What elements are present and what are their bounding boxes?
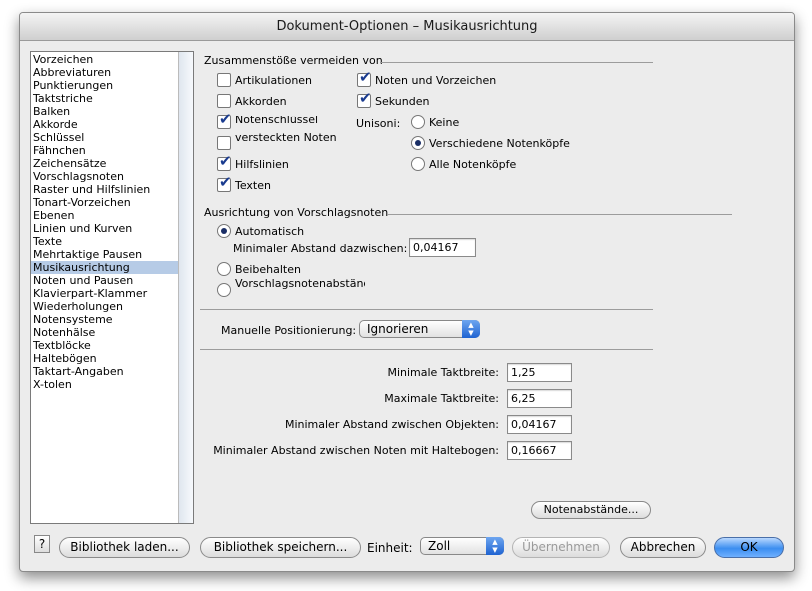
checkmark-icon: ✔: [219, 152, 232, 170]
sidebar-item[interactable]: Schlüssel: [31, 131, 178, 144]
sidebar-item[interactable]: Linien und Kurven: [31, 222, 178, 235]
measurement-field[interactable]: 1,25: [507, 363, 572, 382]
checkbox-label: Artikulationen: [235, 74, 313, 87]
unit-value: Zoll: [428, 539, 451, 553]
manual-position-label: Manuelle Positionierung:: [221, 324, 357, 337]
grace-restore-radio[interactable]: [217, 283, 231, 297]
unisoni-radio[interactable]: [411, 157, 425, 171]
sidebar-item[interactable]: Haltebögen: [31, 352, 178, 365]
help-icon[interactable]: ?: [34, 535, 50, 553]
unisoni-label: Verschiedene Notenköpfe: [429, 137, 570, 150]
checkbox[interactable]: [217, 136, 231, 150]
measurement-field[interactable]: 0,04167: [507, 415, 572, 434]
checkbox-label: Sekunden: [375, 95, 430, 108]
checkbox-label: versteckten Noten: [235, 133, 337, 143]
sidebar-item[interactable]: Ebenen: [31, 209, 178, 222]
sidebar-item[interactable]: Tonart-Vorzeichen: [31, 196, 178, 209]
grace-keep-radio[interactable]: [217, 262, 231, 276]
grace-min-dist-field[interactable]: 0,04167: [409, 238, 476, 257]
unit-select[interactable]: Zoll ▲ ▼: [420, 537, 504, 555]
sidebar-item[interactable]: Vorzeichen: [31, 53, 178, 66]
grace-auto-radio[interactable]: [217, 224, 231, 238]
sidebar-item[interactable]: Noten und Pausen: [31, 274, 178, 287]
checkbox-label: Texten: [235, 179, 271, 192]
sidebar-item[interactable]: Balken: [31, 105, 178, 118]
checkbox[interactable]: [217, 73, 231, 87]
sidebar-item[interactable]: Akkorde: [31, 118, 178, 131]
sidebar-item[interactable]: Raster und Hilfslinien: [31, 183, 178, 196]
collisions-divider: [380, 62, 653, 63]
checkbox[interactable]: ✔: [217, 152, 232, 171]
sidebar-item[interactable]: Texte: [31, 235, 178, 248]
sidebar-item[interactable]: Punktierungen: [31, 79, 178, 92]
manual-position-value: Ignorieren: [367, 322, 429, 336]
checkbox-label: Notenschlüssel: [235, 116, 319, 125]
sidebar-item[interactable]: X-tolen: [31, 378, 178, 391]
unisoni-radio[interactable]: [411, 136, 425, 150]
sidebar-item[interactable]: Vorschlagsnoten: [31, 170, 178, 183]
checkbox[interactable]: [217, 94, 231, 108]
category-list-scrollbar[interactable]: [178, 52, 193, 523]
checkbox-label: Akkorden: [235, 95, 287, 108]
measurement-label: Minimaler Abstand zwischen Noten mit Hal…: [213, 444, 499, 457]
measurement-label: Minimaler Abstand zwischen Objekten:: [284, 418, 499, 431]
window-title: Dokument-Optionen – Musikausrichtung: [20, 13, 794, 41]
sidebar-item[interactable]: Fähnchen: [31, 144, 178, 157]
checkbox-label: Hilfslinien: [235, 158, 289, 171]
radio-dot: [221, 228, 227, 234]
checkmark-icon: ✔: [359, 89, 372, 107]
measurement-field[interactable]: 0,16667: [507, 441, 572, 460]
cancel-button[interactable]: Abbrechen: [620, 537, 706, 558]
checkbox[interactable]: ✔: [217, 110, 232, 129]
checkbox-label: Noten und Vorzeichen: [375, 74, 497, 87]
updown-arrows-icon: ▲ ▼: [462, 320, 480, 338]
sidebar-item[interactable]: Mehrtaktige Pausen: [31, 248, 178, 261]
sidebar-item[interactable]: Notensysteme: [31, 313, 178, 326]
grace-group-title: Ausrichtung von Vorschlagsnoten: [204, 206, 389, 219]
checkbox[interactable]: ✔: [357, 89, 372, 108]
load-library-button[interactable]: Bibliothek laden...: [59, 537, 190, 558]
note-spacing-button[interactable]: Notenabstände...: [531, 501, 651, 519]
grace-min-dist-label: Minimaler Abstand dazwischen:: [233, 242, 408, 255]
grace-bottom-divider: [200, 309, 653, 310]
sidebar-item[interactable]: Taktart-Angaben: [31, 365, 178, 378]
checkmark-icon: ✔: [219, 173, 232, 191]
collisions-group-title: Zusammenstöße vermeiden von: [204, 54, 383, 67]
unisoni-radio[interactable]: [411, 115, 425, 129]
unisoni-label: Unisoni:: [356, 117, 401, 130]
sidebar-item[interactable]: Klavierpart-Klammer: [31, 287, 178, 300]
sidebar-item[interactable]: Wiederholungen: [31, 300, 178, 313]
sidebar-item[interactable]: Notenhälse: [31, 326, 178, 339]
ok-button[interactable]: OK: [714, 537, 784, 558]
checkbox[interactable]: ✔: [357, 68, 372, 87]
save-library-button[interactable]: Bibliothek speichern...: [200, 537, 361, 558]
grace-divider: [387, 214, 732, 215]
grace-keep-label: Beibehalten: [235, 263, 301, 276]
unisoni-label: Keine: [429, 116, 460, 129]
updown-arrows-icon: ▲ ▼: [486, 537, 504, 555]
category-list[interactable]: Vorzeichen Abbreviaturen Punktierungen Takt…: [30, 51, 194, 524]
measurement-label: Maximale Taktbreite:: [384, 392, 499, 405]
radio-dot: [415, 140, 421, 146]
manual-position-select[interactable]: Ignorieren ▲ ▼: [359, 320, 480, 338]
sidebar-item[interactable]: Abbreviaturen: [31, 66, 178, 79]
checkmark-icon: ✔: [359, 68, 372, 86]
sidebar-item[interactable]: Musikausrichtung: [31, 261, 178, 274]
apply-button[interactable]: Übernehmen: [512, 537, 610, 558]
checkbox[interactable]: ✔: [217, 173, 232, 192]
grace-auto-label: Automatisch: [235, 225, 305, 238]
sidebar-item[interactable]: Taktstriche: [31, 92, 178, 105]
sidebar-item[interactable]: Zeichensätze: [31, 157, 178, 170]
unisoni-label: Alle Notenköpfe: [429, 158, 517, 171]
checkmark-icon: ✔: [219, 110, 232, 128]
measurement-field[interactable]: 6,25: [507, 389, 572, 408]
grace-restore-label: Vorschlagsnotenabstände wiederherstellen: [235, 278, 365, 290]
measurement-label: Minimale Taktbreite:: [387, 366, 499, 379]
category-list-items: Vorzeichen Abbreviaturen Punktierungen Takt…: [31, 52, 178, 523]
unit-label: Einheit:: [367, 541, 413, 555]
dialog-window: Dokument-Optionen – Musikausrichtung Vor…: [19, 12, 795, 572]
manual-divider: [200, 349, 653, 350]
sidebar-item[interactable]: Textblöcke: [31, 339, 178, 352]
